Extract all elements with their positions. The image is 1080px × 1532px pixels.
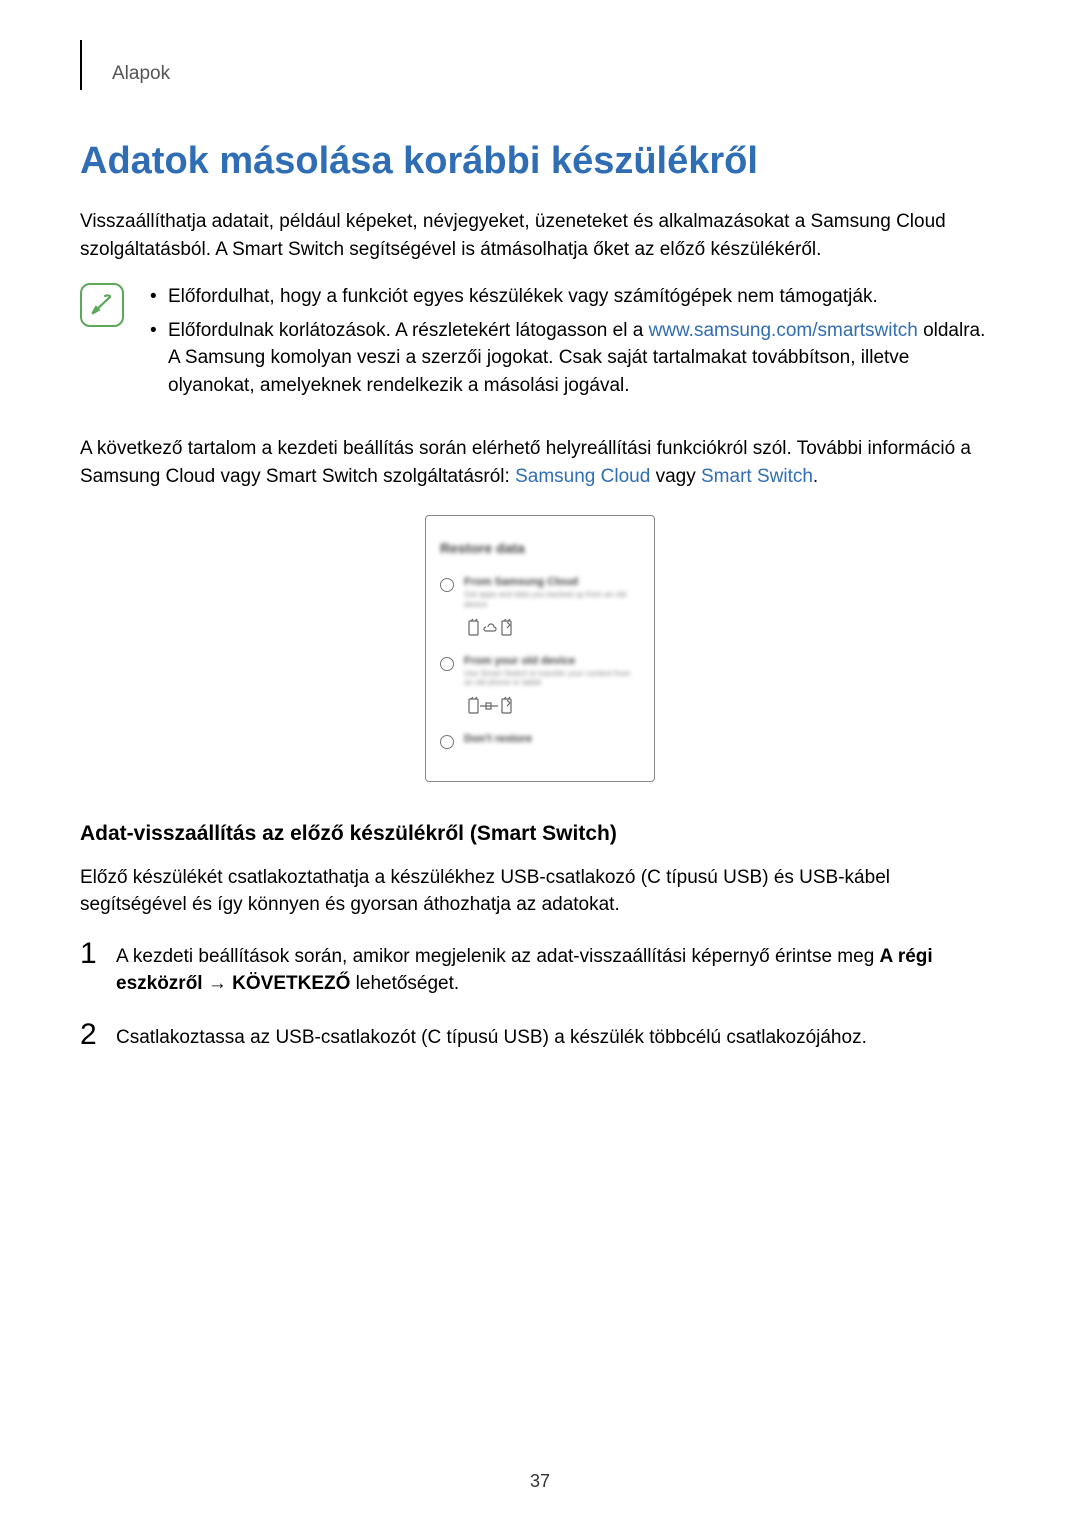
step2-body: Csatlakoztassa az USB-csatlakozót (C típ… (116, 1020, 1000, 1052)
mock-option-2: From your old device Use Smart Switch to… (440, 655, 640, 719)
step-2: 2 Csatlakoztassa az USB-csatlakozót (C t… (80, 1020, 1000, 1052)
para2-mid: vagy (650, 466, 701, 487)
mock-opt3-label: Don't restore (464, 733, 640, 745)
radio-icon (440, 657, 454, 671)
page-title: Adatok másolása korábbi készülékről (80, 140, 1000, 183)
header-bar: Alapok (80, 40, 1000, 90)
mock-opt2-desc: Use Smart Switch to transfer your conten… (464, 669, 640, 688)
samsung-cloud-link[interactable]: Samsung Cloud (515, 466, 650, 487)
phone-mockup: Restore data From Samsung Cloud Get apps… (425, 515, 655, 781)
step-number-1: 1 (80, 939, 110, 969)
note-bullet-1: Előfordulhat, hogy a funkciót egyes kész… (144, 283, 1000, 311)
usb-transfer-icon (468, 696, 640, 719)
note-icon (80, 283, 124, 327)
step1-post: lehetőséget. (350, 973, 459, 994)
step-number-2: 2 (80, 1020, 110, 1050)
step-1: 1 A kezdeti beállítások során, amikor me… (80, 939, 1000, 998)
cloud-transfer-icon (468, 618, 640, 641)
intro-paragraph: Visszaállíthatja adatait, például képeke… (80, 208, 1000, 263)
radio-icon (440, 578, 454, 592)
para2-end: . (813, 466, 818, 487)
mock-title: Restore data (440, 540, 640, 556)
note-bullet-2-pre: Előfordulnak korlátozások. A részletekér… (168, 320, 649, 341)
mock-opt1-desc: Get apps and data you backed up from an … (464, 590, 640, 609)
step1-pre: A kezdeti beállítások során, amikor megj… (116, 946, 880, 967)
smart-switch-link[interactable]: Smart Switch (701, 466, 813, 487)
mock-option-1: From Samsung Cloud Get apps and data you… (440, 576, 640, 640)
smartswitch-link[interactable]: www.samsung.com/smartswitch (649, 320, 918, 341)
sub-intro: Előző készülékét csatlakoztathatja a kés… (80, 864, 1000, 919)
section-label: Alapok (112, 63, 170, 90)
paragraph-2: A következő tartalom a kezdeti beállítás… (80, 435, 1000, 490)
mock-opt2-label: From your old device (464, 655, 640, 667)
mock-option-3: Don't restore (440, 733, 640, 749)
mock-opt1-label: From Samsung Cloud (464, 576, 640, 588)
page-number: 37 (80, 1471, 1000, 1492)
subheading: Adat-visszaállítás az előző készülékről … (80, 822, 1000, 846)
radio-icon (440, 735, 454, 749)
note-block: Előfordulhat, hogy a funkciót egyes kész… (80, 283, 1000, 405)
note-list: Előfordulhat, hogy a funkciót egyes kész… (144, 283, 1000, 405)
note-bullet-2: Előfordulnak korlátozások. A részletekér… (144, 317, 1000, 400)
